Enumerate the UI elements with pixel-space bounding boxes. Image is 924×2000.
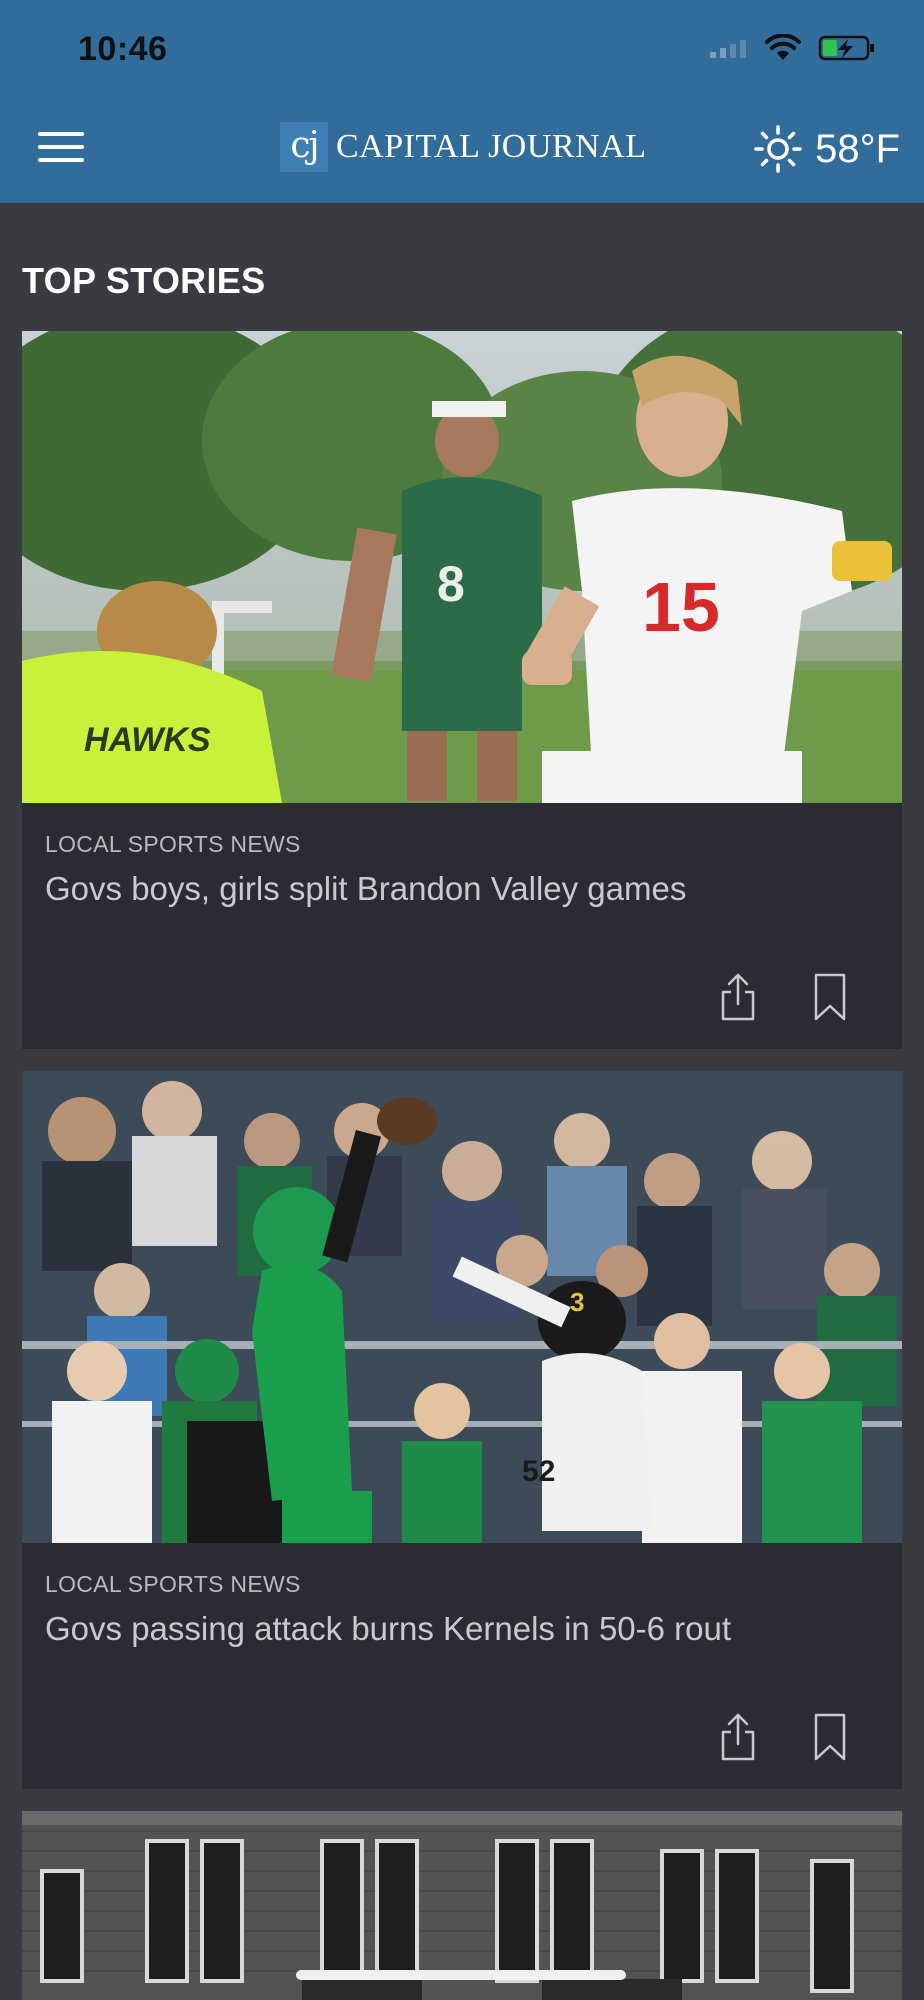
bookmark-button[interactable] bbox=[810, 1711, 850, 1763]
football-catch-photo: 3 52 bbox=[22, 1071, 902, 1543]
story-body: LOCAL SPORTS NEWS Govs passing attack bu… bbox=[22, 1543, 902, 1789]
share-icon bbox=[721, 973, 755, 1021]
story-body: LOCAL SPORTS NEWS Govs boys, girls split… bbox=[22, 803, 902, 1049]
svg-text:15: 15 bbox=[642, 568, 720, 646]
share-button[interactable] bbox=[718, 971, 758, 1023]
svg-text:52: 52 bbox=[522, 1455, 555, 1488]
svg-text:8: 8 bbox=[437, 556, 465, 612]
story-card[interactable]: 8 HAWKS 15 LOCAL SPORTS NEWS Govs boys, … bbox=[22, 331, 902, 1049]
app-header: 10:46 cj CAPITAL JOURNAL 58°F bbox=[0, 0, 924, 203]
svg-text:3: 3 bbox=[570, 1287, 584, 1317]
menu-button[interactable] bbox=[38, 132, 84, 162]
svg-text:HAWKS: HAWKS bbox=[84, 721, 211, 759]
battery-charging-icon bbox=[818, 35, 874, 61]
hamburger-line bbox=[38, 132, 84, 136]
story-image[interactable]: 8 HAWKS 15 bbox=[22, 331, 902, 803]
story-actions bbox=[718, 1711, 850, 1763]
story-category[interactable]: LOCAL SPORTS NEWS bbox=[45, 1571, 301, 1598]
girls-soccer-photo: 8 HAWKS 15 bbox=[22, 331, 902, 803]
bookmark-icon bbox=[814, 973, 846, 1021]
brand-logo[interactable]: cj CAPITAL JOURNAL bbox=[280, 122, 646, 172]
wifi-icon bbox=[765, 34, 801, 60]
story-category[interactable]: LOCAL SPORTS NEWS bbox=[45, 831, 301, 858]
section-title: TOP STORIES bbox=[22, 260, 266, 301]
home-indicator[interactable] bbox=[296, 1970, 626, 1980]
sun-icon bbox=[754, 125, 802, 173]
hamburger-line bbox=[38, 158, 84, 162]
weather-widget[interactable]: 58°F bbox=[753, 124, 900, 174]
brand-name: CAPITAL JOURNAL bbox=[336, 128, 647, 165]
share-button[interactable] bbox=[718, 1711, 758, 1763]
story-actions bbox=[718, 971, 850, 1023]
story-card[interactable]: 3 52 LOCAL SPORTS NEWS Govs passing atta… bbox=[22, 1071, 902, 1789]
bookmark-icon bbox=[814, 1713, 846, 1761]
share-icon bbox=[721, 1713, 755, 1761]
story-image[interactable]: 3 52 bbox=[22, 1071, 902, 1543]
brand-mark: cj bbox=[280, 122, 328, 172]
status-icons bbox=[708, 34, 876, 62]
story-headline[interactable]: Govs passing attack burns Kernels in 50-… bbox=[45, 1609, 731, 1649]
temperature: 58°F bbox=[815, 126, 900, 171]
hamburger-line bbox=[38, 145, 84, 149]
status-time: 10:46 bbox=[78, 30, 168, 68]
cellular-signal-icon bbox=[710, 40, 746, 58]
app-screen: 10:46 cj CAPITAL JOURNAL 58°F TOP STORIE… bbox=[0, 0, 924, 2000]
bookmark-button[interactable] bbox=[810, 971, 850, 1023]
story-headline[interactable]: Govs boys, girls split Brandon Valley ga… bbox=[45, 869, 686, 909]
